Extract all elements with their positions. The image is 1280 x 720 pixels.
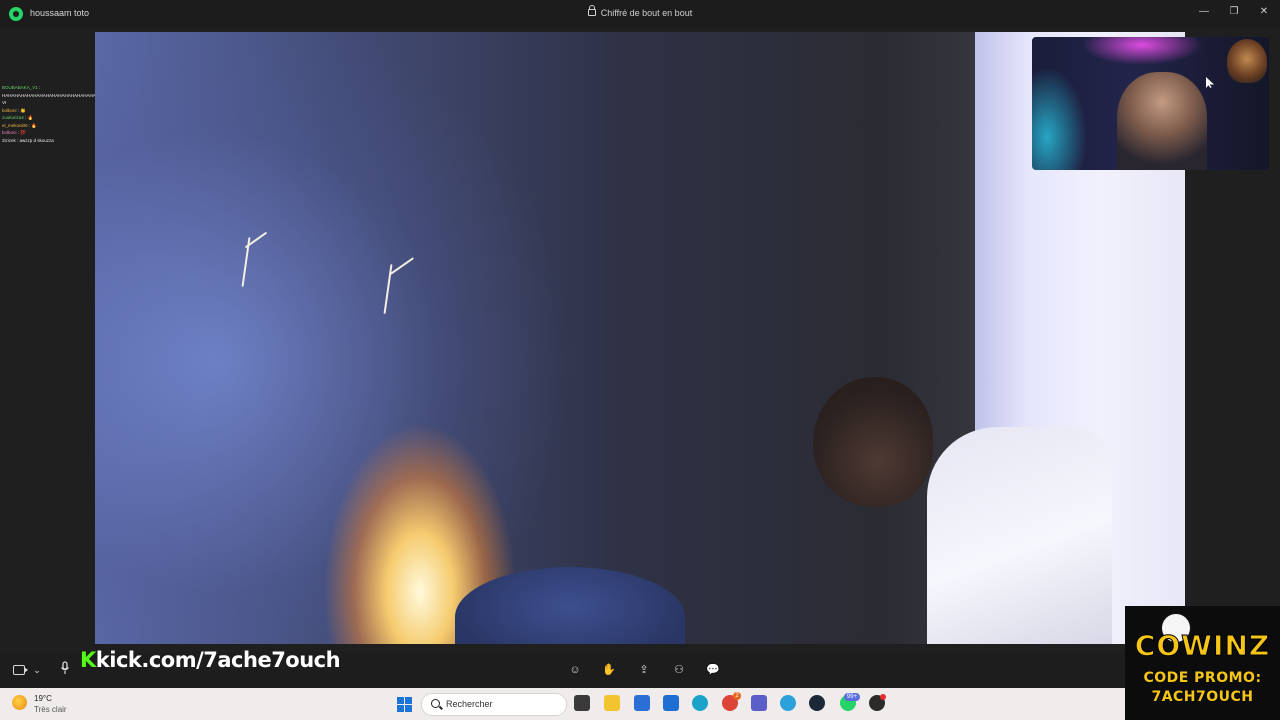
restore-button[interactable]: ❐: [1225, 4, 1243, 20]
kick-url: kick.com/7ache7ouch: [95, 648, 341, 672]
chrome-badge: 2: [733, 692, 741, 700]
wall-hook: [389, 257, 415, 275]
close-button[interactable]: ✕: [1255, 4, 1273, 20]
teams-icon[interactable]: [751, 695, 767, 711]
person-shirt: [927, 427, 1112, 644]
person-head: [813, 377, 933, 507]
chat-message: 🔥: [27, 115, 34, 120]
add-participant-button[interactable]: ⚇: [670, 661, 688, 679]
streamer-figure: [1117, 72, 1207, 170]
chat-message: 👏: [20, 107, 26, 113]
outlook-icon[interactable]: [663, 695, 679, 711]
emoji-reaction-button[interactable]: ☺: [566, 661, 584, 679]
chat-message: 🔥: [31, 122, 37, 128]
encryption-label: Chiffré de bout en bout: [600, 8, 693, 18]
weather-temperature[interactable]: 19°C: [34, 694, 52, 703]
raise-hand-button[interactable]: ✋: [600, 661, 618, 679]
microphone-icon[interactable]: [56, 661, 74, 679]
promo-overlay: COWINZ CODE PROMO: 7ACH7OUCH: [1125, 606, 1280, 720]
chat-line: bolboni : 💯: [2, 130, 26, 135]
chat-user: 2izizek: [2, 137, 16, 143]
stream-chat: BOUBABAKA_V1 : HAHAHAHAHAHAHAHAHAHAHAHAH…: [2, 84, 140, 144]
search-icon: [431, 699, 440, 708]
foreground-object: [455, 567, 685, 644]
camera-icon[interactable]: [13, 665, 28, 675]
chat-user: bolboni: [2, 107, 17, 113]
chat-line: BOUBABAKA_V1 : HAHAHAHAHAHAHAHAHAHAHAHAH…: [2, 85, 140, 105]
chat-user: el_mekoni00: [2, 122, 28, 128]
minimize-button[interactable]: —: [1195, 4, 1213, 20]
chat-user: bolboni: [2, 130, 17, 135]
encryption-status: Chiffré de bout en bout: [0, 5, 1280, 18]
self-view-video[interactable]: [1032, 37, 1269, 170]
promo-brand: COWINZ: [1134, 629, 1271, 663]
whatsapp-badge: 99+: [844, 693, 860, 701]
chat-message: awzzp d skouzza: [19, 137, 54, 143]
share-screen-button[interactable]: ⇪: [635, 661, 653, 679]
task-view-icon[interactable]: [574, 695, 590, 711]
taskbar-search[interactable]: Rechercher: [421, 693, 567, 716]
camera-options-chevron-icon[interactable]: ⌄: [28, 661, 46, 679]
chat-line: zuukuriza4 : 🔥: [2, 115, 34, 120]
streamer-avatar: [1227, 39, 1267, 83]
remote-video-feed: [95, 32, 1185, 644]
steam-icon[interactable]: [809, 695, 825, 711]
weather-sun-icon[interactable]: [12, 695, 27, 710]
start-button[interactable]: [397, 697, 412, 712]
microsoft-store-icon[interactable]: [634, 695, 650, 711]
telegram-icon[interactable]: [780, 695, 796, 711]
chat-user: zuukuriza4: [2, 115, 24, 120]
search-placeholder: Rechercher: [446, 699, 493, 709]
promo-code-label: CODE PROMO:: [1143, 670, 1262, 686]
mouse-cursor-icon: [1206, 77, 1214, 88]
title-bar: houssaam toto Chiffré de bout en bout — …: [0, 0, 1280, 28]
chat-line: bolboni : 👏: [2, 107, 26, 113]
chat-line: el_mekoni00 : 🔥: [2, 122, 37, 128]
kick-logo-icon: K: [80, 648, 96, 672]
lock-icon: [587, 5, 596, 16]
kick-url-overlay: Kkick.com/7ache7ouch: [80, 646, 341, 674]
chat-message: 💯: [20, 130, 26, 135]
edge-icon[interactable]: [692, 695, 708, 711]
chat-line: 2izizek : awzzp d skouzza: [2, 137, 54, 143]
weather-description[interactable]: Très clair: [34, 705, 67, 714]
obs-record-dot: [880, 694, 886, 700]
chat-user: BOUBABAKA_V1: [2, 85, 38, 90]
chat-button[interactable]: 💬: [704, 661, 722, 679]
file-explorer-icon[interactable]: [604, 695, 620, 711]
promo-code: 7ACH7OUCH: [1151, 689, 1254, 705]
